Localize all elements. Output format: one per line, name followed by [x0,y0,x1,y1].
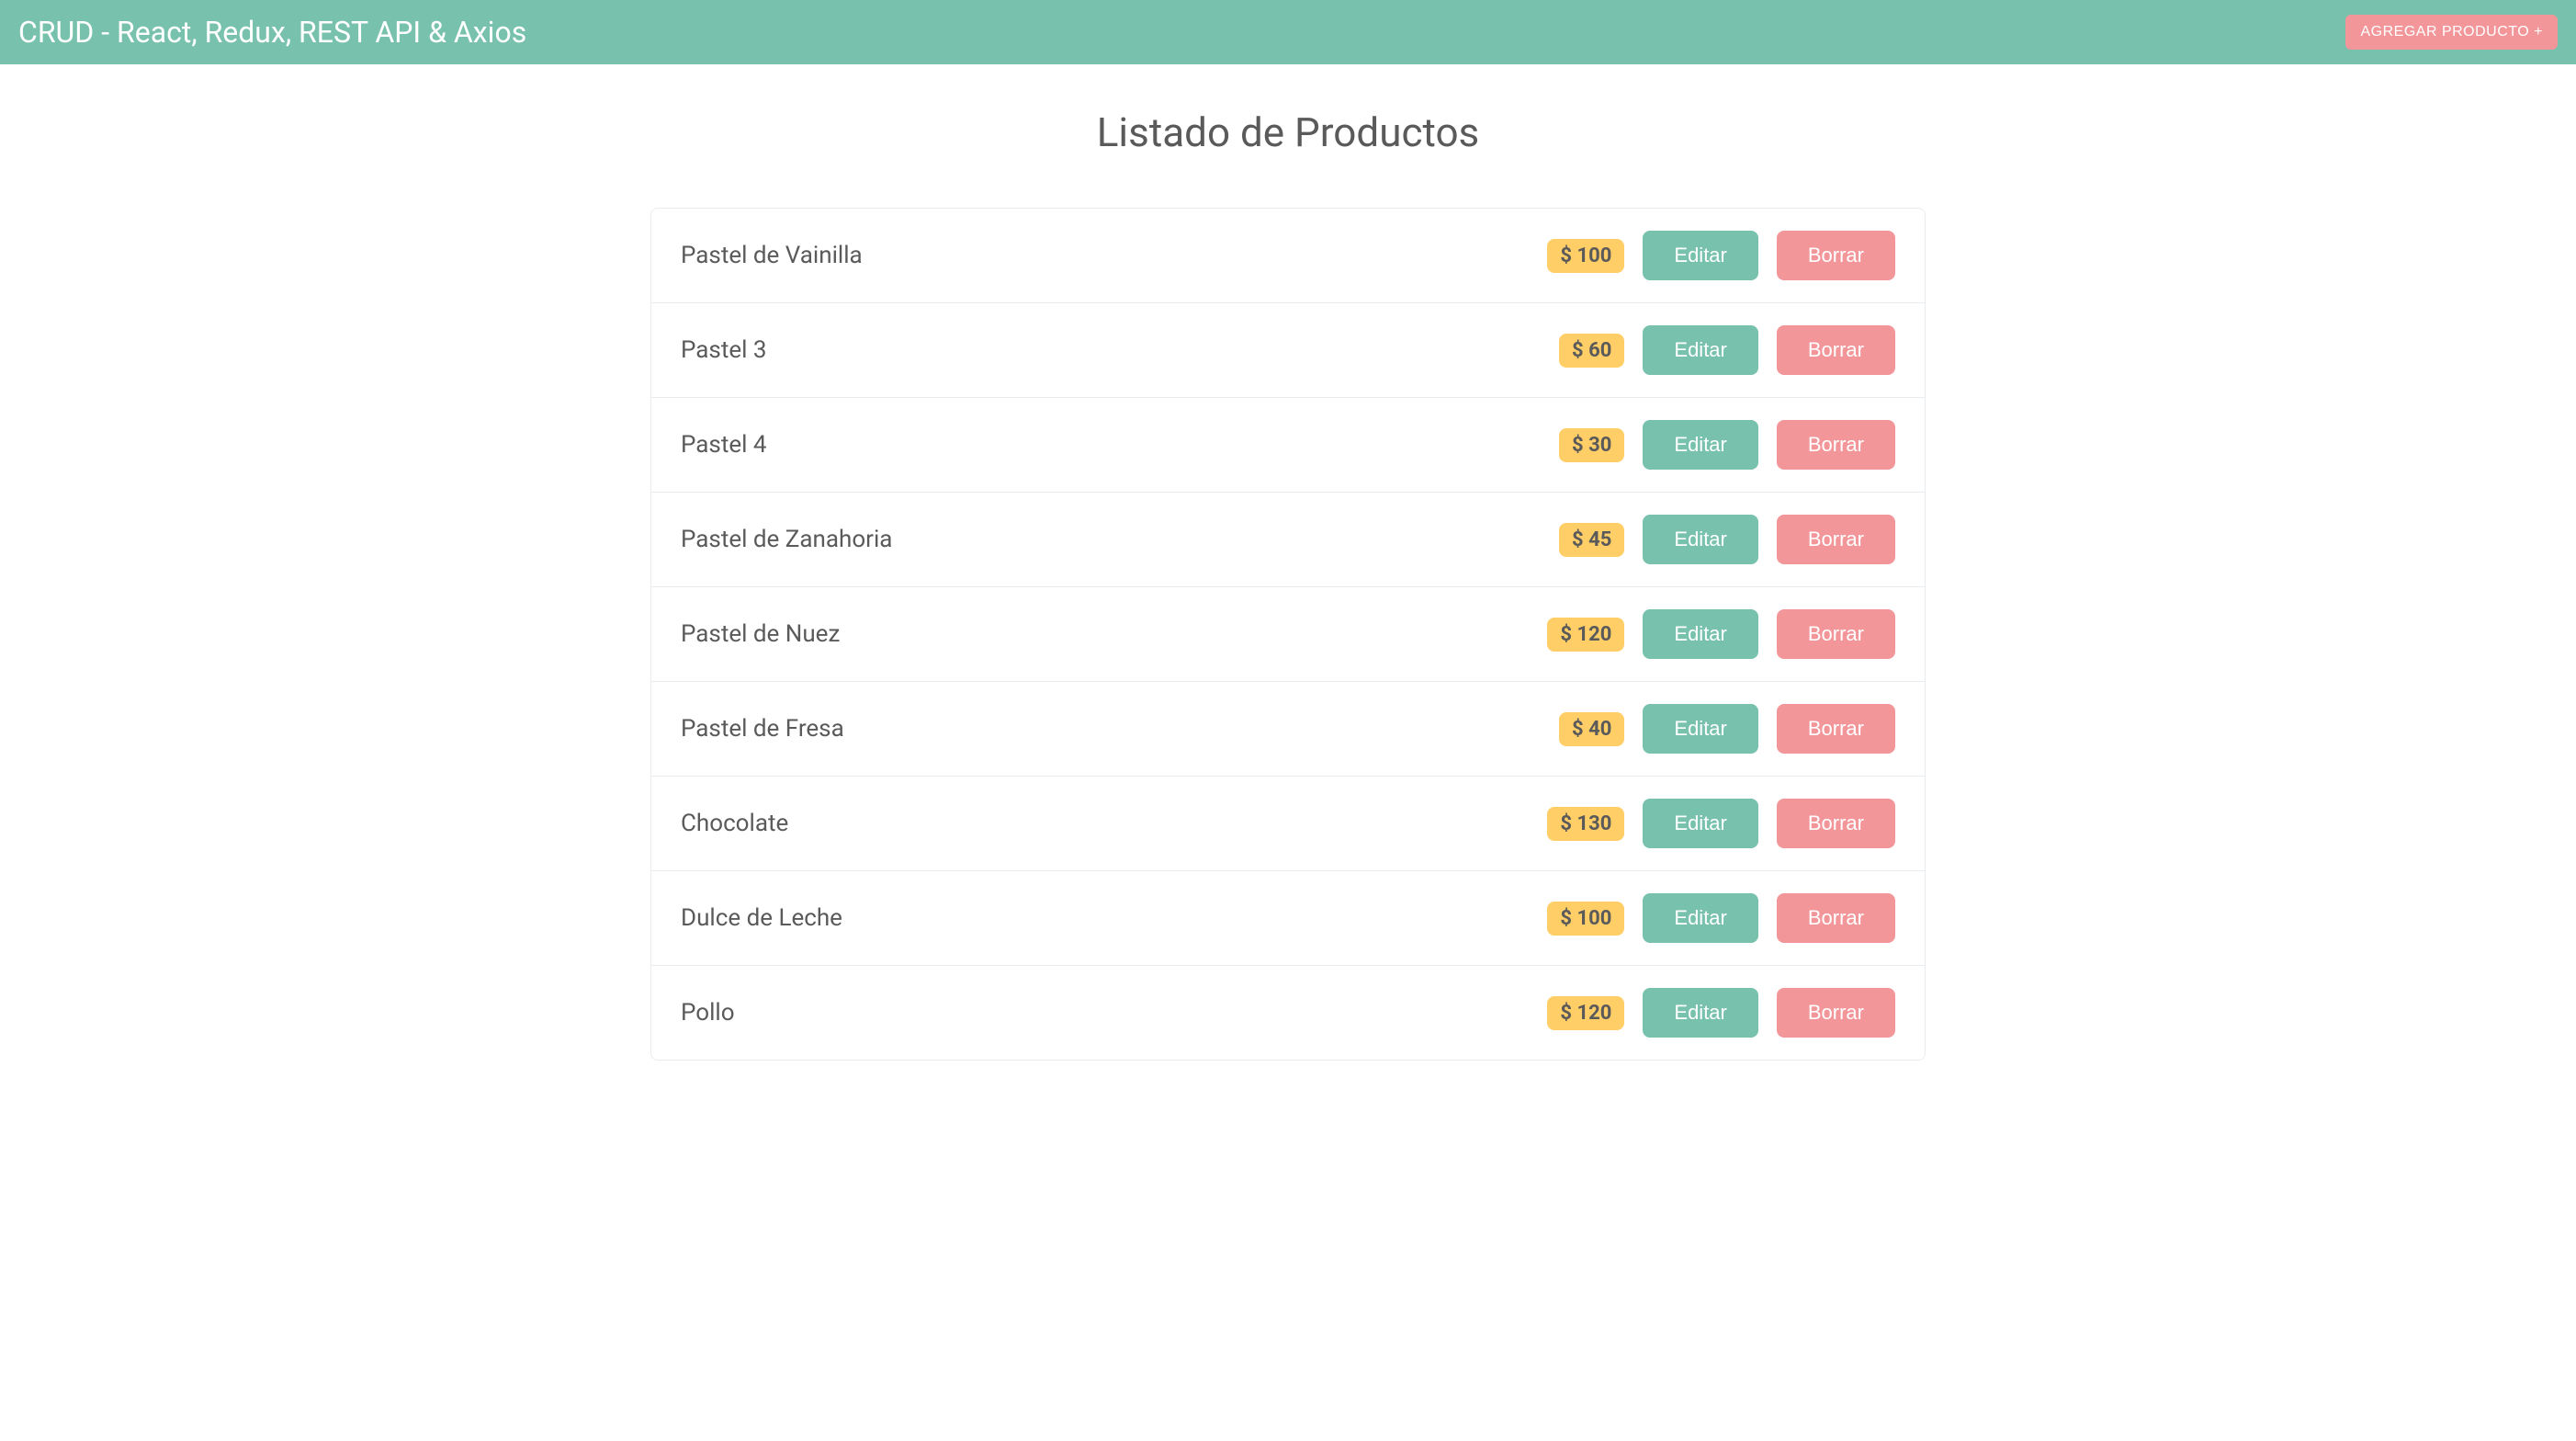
product-item: Pastel de Vainilla $ 100 Editar Borrar [651,209,1925,303]
edit-button[interactable]: Editar [1643,420,1757,470]
delete-button[interactable]: Borrar [1777,420,1895,470]
product-item: Pastel de Nuez $ 120 Editar Borrar [651,587,1925,682]
delete-button[interactable]: Borrar [1777,515,1895,564]
price-badge: $ 45 [1559,523,1624,557]
product-item: Pastel de Zanahoria $ 45 Editar Borrar [651,493,1925,587]
edit-button[interactable]: Editar [1643,799,1757,848]
edit-button[interactable]: Editar [1643,515,1757,564]
price-badge: $ 120 [1547,618,1624,652]
product-name: Pastel de Zanahoria [681,526,1541,553]
price-badge: $ 130 [1547,807,1624,841]
product-name: Chocolate [681,810,1529,837]
product-name: Dulce de Leche [681,904,1529,932]
page-title: Listado de Productos [650,108,1926,156]
product-name: Pastel de Vainilla [681,242,1529,269]
price-badge: $ 100 [1547,902,1624,936]
price-badge: $ 60 [1559,334,1624,368]
product-item: Chocolate $ 130 Editar Borrar [651,777,1925,871]
product-name: Pastel de Fresa [681,715,1541,743]
product-name: Pastel de Nuez [681,620,1529,648]
edit-button[interactable]: Editar [1643,893,1757,943]
product-item: Pastel 4 $ 30 Editar Borrar [651,398,1925,493]
product-name: Pollo [681,999,1529,1027]
edit-button[interactable]: Editar [1643,609,1757,659]
product-name: Pastel 4 [681,431,1541,459]
product-item: Dulce de Leche $ 100 Editar Borrar [651,871,1925,966]
delete-button[interactable]: Borrar [1777,988,1895,1038]
price-badge: $ 100 [1547,239,1624,273]
delete-button[interactable]: Borrar [1777,325,1895,375]
price-badge: $ 40 [1559,712,1624,746]
add-product-button[interactable]: AGREGAR PRODUCTO + [2345,15,2558,50]
product-item: Pollo $ 120 Editar Borrar [651,966,1925,1060]
edit-button[interactable]: Editar [1643,231,1757,280]
delete-button[interactable]: Borrar [1777,231,1895,280]
price-badge: $ 30 [1559,428,1624,462]
navbar-brand[interactable]: CRUD - React, Redux, REST API & Axios [18,15,526,50]
price-badge: $ 120 [1547,996,1624,1030]
delete-button[interactable]: Borrar [1777,799,1895,848]
delete-button[interactable]: Borrar [1777,893,1895,943]
product-item: Pastel 3 $ 60 Editar Borrar [651,303,1925,398]
delete-button[interactable]: Borrar [1777,609,1895,659]
navbar: CRUD - React, Redux, REST API & Axios AG… [0,0,2576,64]
edit-button[interactable]: Editar [1643,325,1757,375]
edit-button[interactable]: Editar [1643,704,1757,754]
product-name: Pastel 3 [681,336,1541,364]
product-item: Pastel de Fresa $ 40 Editar Borrar [651,682,1925,777]
product-list: Pastel de Vainilla$ 100EditarBorrarPaste… [650,208,1926,1061]
edit-button[interactable]: Editar [1643,988,1757,1038]
delete-button[interactable]: Borrar [1777,704,1895,754]
